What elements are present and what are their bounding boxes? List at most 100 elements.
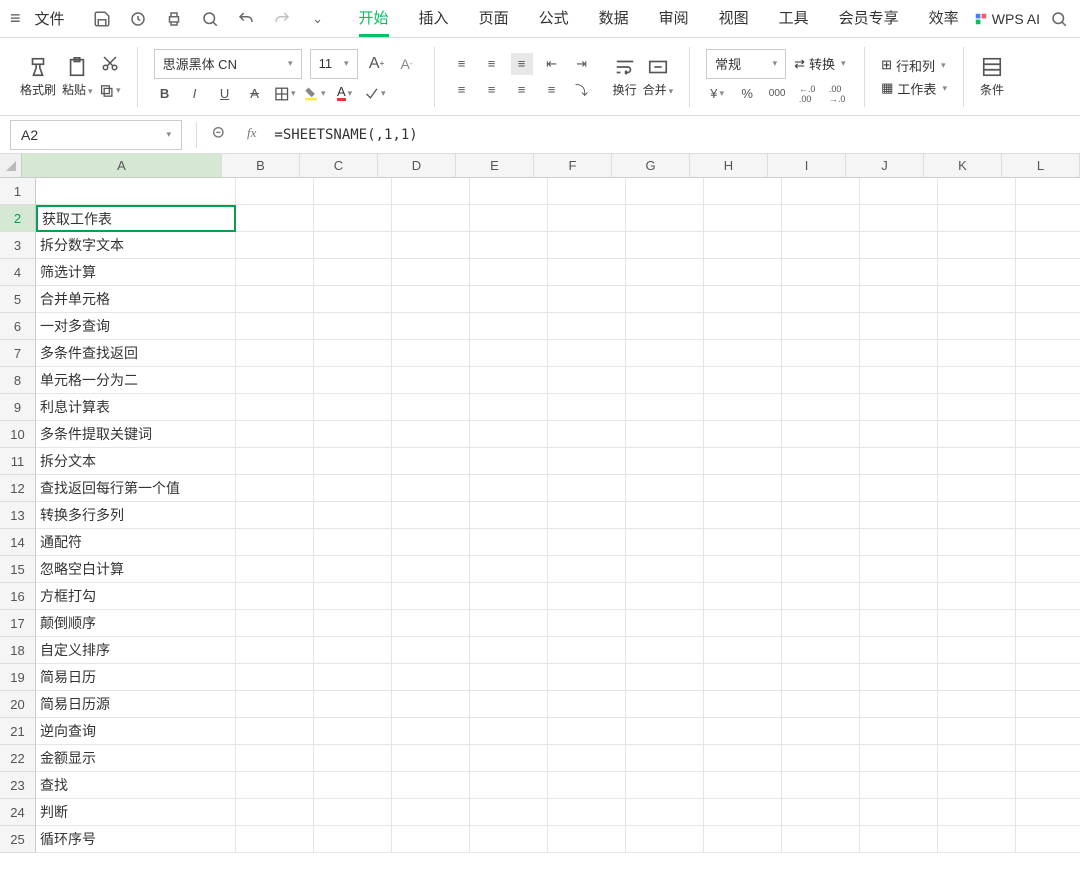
cell[interactable] [938,259,1016,286]
cell[interactable] [314,448,392,475]
cell[interactable]: 循环序号 [36,826,236,853]
row-header[interactable]: 3 [0,232,36,259]
cell[interactable]: 多条件查找返回 [36,340,236,367]
cell[interactable] [1016,367,1080,394]
select-all-corner[interactable] [0,154,22,178]
cell[interactable] [704,637,782,664]
cell[interactable] [314,610,392,637]
cell[interactable] [236,556,314,583]
cell[interactable] [548,799,626,826]
cell[interactable] [470,745,548,772]
cell[interactable] [392,529,470,556]
cell[interactable] [626,745,704,772]
cell[interactable] [392,718,470,745]
cell[interactable] [236,583,314,610]
cell[interactable] [860,529,938,556]
cell[interactable] [236,529,314,556]
preview-icon[interactable] [201,10,219,28]
cell[interactable] [470,448,548,475]
cell[interactable] [860,556,938,583]
cell[interactable] [314,286,392,313]
cell[interactable]: 单元格一分为二 [36,367,236,394]
cell[interactable] [470,799,548,826]
cell[interactable] [392,259,470,286]
cell[interactable]: 利息计算表 [36,394,236,421]
clear-format-button[interactable]: ▾ [364,83,386,105]
cell[interactable] [704,718,782,745]
cell[interactable] [782,718,860,745]
column-header-C[interactable]: C [300,154,378,178]
row-header[interactable]: 10 [0,421,36,448]
cell[interactable] [236,448,314,475]
file-menu[interactable]: 文件 [35,8,65,29]
cell[interactable]: 方框打勾 [36,583,236,610]
cell[interactable] [548,232,626,259]
cell[interactable] [470,502,548,529]
cell[interactable] [860,745,938,772]
cell[interactable] [782,421,860,448]
cell[interactable] [236,745,314,772]
cell[interactable] [782,610,860,637]
format-painter-button[interactable]: 格式刷 [20,55,56,98]
cell[interactable] [548,367,626,394]
cell[interactable] [860,610,938,637]
row-header[interactable]: 19 [0,664,36,691]
cell[interactable] [860,394,938,421]
cell[interactable] [938,475,1016,502]
tab-review[interactable]: 审阅 [659,1,689,37]
cell[interactable] [548,421,626,448]
cell[interactable]: 转换多行多列 [36,502,236,529]
tab-tools[interactable]: 工具 [779,1,809,37]
cell[interactable] [782,826,860,853]
cell[interactable]: 筛选计算 [36,259,236,286]
cell[interactable] [704,475,782,502]
cell[interactable] [860,205,938,232]
row-header[interactable]: 25 [0,826,36,853]
cell[interactable] [470,610,548,637]
cell[interactable] [704,367,782,394]
cell[interactable] [314,691,392,718]
cell-reference-box[interactable]: A2 ▾ [10,120,182,150]
row-header[interactable]: 1 [0,178,36,205]
row-header[interactable]: 21 [0,718,36,745]
tab-efficiency[interactable]: 效率 [929,1,959,37]
column-header-F[interactable]: F [534,154,612,178]
cell[interactable] [626,799,704,826]
cell[interactable] [860,772,938,799]
cell[interactable] [1016,610,1080,637]
cell[interactable] [314,475,392,502]
cell[interactable] [782,502,860,529]
cell[interactable] [626,529,704,556]
cell[interactable] [704,340,782,367]
cell[interactable] [548,637,626,664]
cell[interactable] [236,664,314,691]
cell[interactable] [1016,556,1080,583]
cell[interactable] [314,313,392,340]
cell[interactable] [314,664,392,691]
cell[interactable] [704,502,782,529]
cell[interactable] [782,313,860,340]
cell[interactable] [314,205,392,232]
cell[interactable] [860,718,938,745]
row-header[interactable]: 23 [0,772,36,799]
cell[interactable] [470,583,548,610]
cell[interactable] [236,691,314,718]
column-header-I[interactable]: I [768,154,846,178]
cell[interactable] [470,367,548,394]
cell[interactable] [626,205,704,232]
cell[interactable] [704,421,782,448]
cell[interactable] [938,664,1016,691]
cell[interactable] [626,826,704,853]
cell[interactable] [470,664,548,691]
cell[interactable] [548,610,626,637]
cell[interactable] [782,475,860,502]
cell[interactable] [860,178,938,205]
tab-formula[interactable]: 公式 [539,1,569,37]
cell[interactable] [392,826,470,853]
row-header[interactable]: 18 [0,637,36,664]
cell[interactable] [626,637,704,664]
row-header[interactable]: 13 [0,502,36,529]
cell[interactable] [392,664,470,691]
cell[interactable] [392,394,470,421]
cell[interactable] [548,286,626,313]
